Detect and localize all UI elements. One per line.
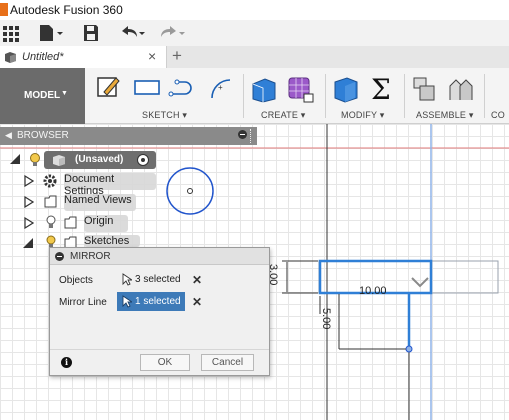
expand-triangle-icon[interactable] <box>24 196 34 208</box>
expand-triangle-icon[interactable] <box>9 153 21 165</box>
form-icon[interactable] <box>286 74 316 104</box>
ribbon-divider <box>404 74 405 118</box>
visibility-bulb-icon[interactable] <box>29 153 41 167</box>
mirror-line-selection-count: 1 selected <box>135 296 181 307</box>
svg-text:+: + <box>218 83 223 92</box>
activate-radio-icon[interactable] <box>137 154 149 166</box>
sigma-icon[interactable]: Σ <box>368 74 396 104</box>
dialog-footer: i OK Cancel <box>50 349 269 375</box>
minimize-browser-icon[interactable] <box>238 130 247 139</box>
mirrored-rectangle <box>318 260 499 294</box>
mirror-line-selection[interactable]: 1 selected <box>117 292 185 311</box>
browser-title: BROWSER <box>17 130 69 141</box>
browser-root-label: (Unsaved) <box>75 154 124 165</box>
redo-icon[interactable] <box>158 23 188 43</box>
folder-icon <box>44 195 57 208</box>
joint-icon[interactable] <box>446 74 476 104</box>
expand-triangle-icon[interactable] <box>24 175 34 187</box>
title-bar: Autodesk Fusion 360 <box>0 0 509 20</box>
file-menu-icon[interactable] <box>38 23 64 43</box>
expand-triangle-icon[interactable] <box>24 217 34 229</box>
browser-item-named-views[interactable]: Named Views <box>64 194 136 211</box>
folder-icon <box>64 216 77 229</box>
clear-mirror-line-icon[interactable]: ✕ <box>192 295 202 309</box>
document-tab[interactable]: Untitled* × <box>0 46 167 68</box>
create-sketch-icon[interactable] <box>96 74 122 102</box>
collapse-dialog-icon[interactable] <box>55 252 64 261</box>
browser-item-label: Named Views <box>64 194 132 206</box>
circle-center-point <box>187 188 193 194</box>
construct-group-label[interactable]: CO <box>491 110 505 120</box>
panel-grip-icon[interactable] <box>250 129 253 143</box>
quick-access-toolbar <box>0 20 509 46</box>
modify-group-label[interactable]: MODIFY ▾ <box>341 110 384 121</box>
gear-icon <box>43 174 57 188</box>
extrude-icon[interactable] <box>249 74 279 104</box>
save-icon[interactable] <box>82 23 100 43</box>
component-cube-icon <box>53 155 65 166</box>
mirror-line-label: Mirror Line <box>59 297 107 308</box>
new-component-icon[interactable] <box>410 74 440 104</box>
workspace-label: MODEL <box>24 90 61 101</box>
window-title: Autodesk Fusion 360 <box>10 3 123 17</box>
workspace-switcher[interactable]: MODEL ▼ <box>0 68 85 124</box>
line-endpoint <box>405 345 413 353</box>
browser-root-node[interactable]: (Unsaved) <box>44 151 156 169</box>
undo-icon[interactable] <box>118 23 148 43</box>
browser-item-origin[interactable]: Origin <box>84 215 128 232</box>
sketch-group-label[interactable]: SKETCH ▾ <box>142 110 187 121</box>
press-pull-icon[interactable] <box>331 74 361 104</box>
mirror-dialog: MIRROR Objects 3 selected ✕ Mirror Line … <box>49 247 270 376</box>
mirror-handle-icon <box>411 277 429 288</box>
expand-triangle-icon[interactable] <box>22 237 34 249</box>
clear-objects-icon[interactable]: ✕ <box>192 273 202 287</box>
workspace-caret-icon: ▼ <box>61 90 68 97</box>
visibility-bulb-icon[interactable] <box>46 215 56 229</box>
objects-selection[interactable]: 3 selected <box>117 270 185 289</box>
app-grid-icon[interactable] <box>2 23 20 43</box>
info-icon[interactable]: i <box>61 357 72 368</box>
browser-item-label: Sketches <box>84 235 130 247</box>
rectangle-tool-icon[interactable] <box>132 74 162 102</box>
ribbon-divider <box>484 74 485 118</box>
assemble-group-label[interactable]: ASSEMBLE ▾ <box>416 110 474 121</box>
line-tool-icon[interactable] <box>168 74 198 102</box>
objects-label: Objects <box>59 275 93 286</box>
collapse-browser-icon[interactable]: ◀ <box>5 130 12 141</box>
dialog-header[interactable]: MIRROR <box>50 248 269 265</box>
ribbon-divider <box>243 74 244 118</box>
ok-button[interactable]: OK <box>140 354 190 371</box>
dialog-title: MIRROR <box>70 251 111 262</box>
browser-panel-header[interactable]: ◀ BROWSER <box>0 127 257 145</box>
browser-item-document-settings[interactable]: Document Settings <box>64 173 156 197</box>
cancel-button[interactable]: Cancel <box>201 354 254 371</box>
dimension-10: 10.00 <box>359 285 387 297</box>
new-tab-icon[interactable]: + <box>172 46 182 66</box>
fusion-logo <box>0 3 8 16</box>
arc-tool-icon[interactable]: + <box>206 74 236 102</box>
cursor-arrow-icon <box>122 273 132 286</box>
cursor-arrow-icon <box>122 295 132 308</box>
toolbar-ribbon: MODEL ▼ + SKETCH ▾ CREATE ▾ Σ MODIFY ▾ A… <box>0 68 509 124</box>
browser-item-label: Origin <box>84 215 114 227</box>
objects-selection-count: 3 selected <box>135 274 181 285</box>
component-cube-icon <box>5 52 16 63</box>
dimension-5: 5.00 <box>320 308 332 329</box>
svg-text:Σ: Σ <box>371 74 391 104</box>
browser-item-sketches[interactable]: Sketches <box>84 235 140 247</box>
document-tab-label: Untitled* <box>22 51 64 63</box>
close-tab-icon[interactable]: × <box>148 48 156 64</box>
create-group-label[interactable]: CREATE ▾ <box>261 110 305 121</box>
document-tab-bar: Untitled* × + <box>0 46 509 68</box>
ribbon-divider <box>325 74 326 118</box>
